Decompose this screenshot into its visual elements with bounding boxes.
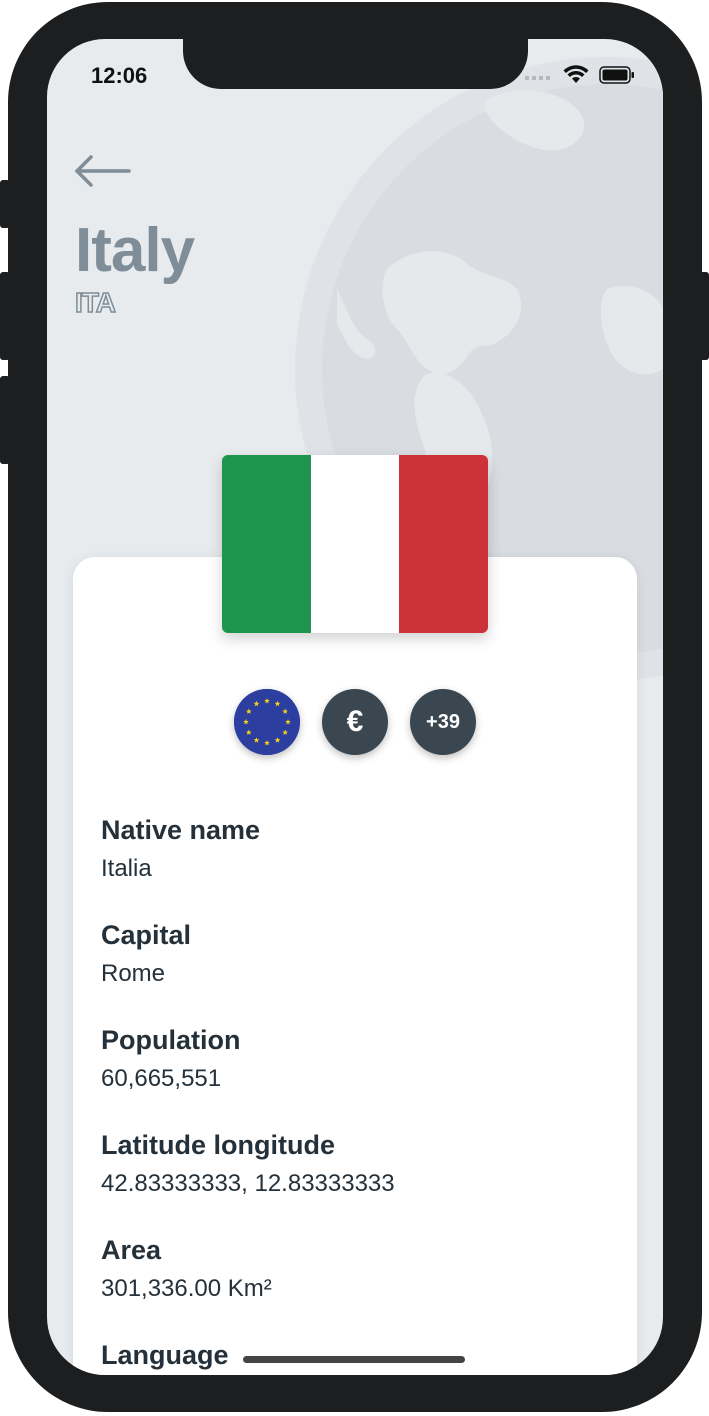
details-list: Native name Italia Capital Rome Populati…	[101, 813, 611, 1375]
detail-value: Rome	[101, 960, 166, 987]
detail-lat-lng: Latitude longitude 42.83333333, 12.83333…	[101, 1128, 611, 1233]
country-name: Italy	[75, 216, 195, 285]
flag-stripe-red	[399, 455, 488, 633]
detail-capital: Capital Rome	[101, 918, 611, 1023]
home-indicator[interactable]	[243, 1356, 465, 1363]
screen: 12:06 Italy ITA € +39 Native name Italia…	[47, 39, 663, 1375]
eu-flag-icon	[234, 689, 300, 755]
currency-symbol: €	[346, 705, 364, 738]
calling-code-badge-button[interactable]: +39	[410, 689, 476, 755]
detail-label: Area	[101, 1235, 162, 1265]
detail-value: 60,665,551	[101, 1065, 222, 1092]
wifi-icon	[563, 65, 589, 83]
detail-label: Capital	[101, 920, 192, 950]
detail-native-name: Native name Italia	[101, 813, 611, 918]
country-code: ITA	[74, 286, 117, 319]
detail-label: Native name	[101, 815, 261, 845]
detail-value: 301,336.00 Km²	[101, 1275, 272, 1302]
flag-stripe-white	[310, 455, 400, 633]
detail-value: 42.83333333, 12.83333333	[101, 1170, 395, 1197]
status-time: 12:06	[91, 63, 148, 88]
calling-code: +39	[426, 710, 460, 733]
cellular-signal-icon	[525, 76, 550, 80]
detail-label: Language	[101, 1340, 229, 1370]
country-flag[interactable]	[222, 455, 488, 633]
eu-badge-button[interactable]	[234, 689, 300, 755]
currency-badge-button[interactable]: €	[322, 689, 388, 755]
flag-stripe-green	[222, 455, 311, 633]
detail-value: Italia	[101, 855, 152, 882]
notch	[183, 39, 528, 89]
detail-area: Area 301,336.00 Km²	[101, 1233, 611, 1338]
phone-device: 12:06 Italy ITA € +39 Native name Italia…	[0, 0, 709, 1416]
detail-label: Latitude longitude	[101, 1130, 335, 1160]
battery-icon	[599, 66, 634, 84]
back-arrow-icon[interactable]	[73, 151, 133, 191]
detail-label: Population	[101, 1025, 241, 1055]
status-icons	[525, 65, 635, 85]
badge-row: € +39	[234, 689, 476, 755]
detail-population: Population 60,665,551	[101, 1023, 611, 1128]
